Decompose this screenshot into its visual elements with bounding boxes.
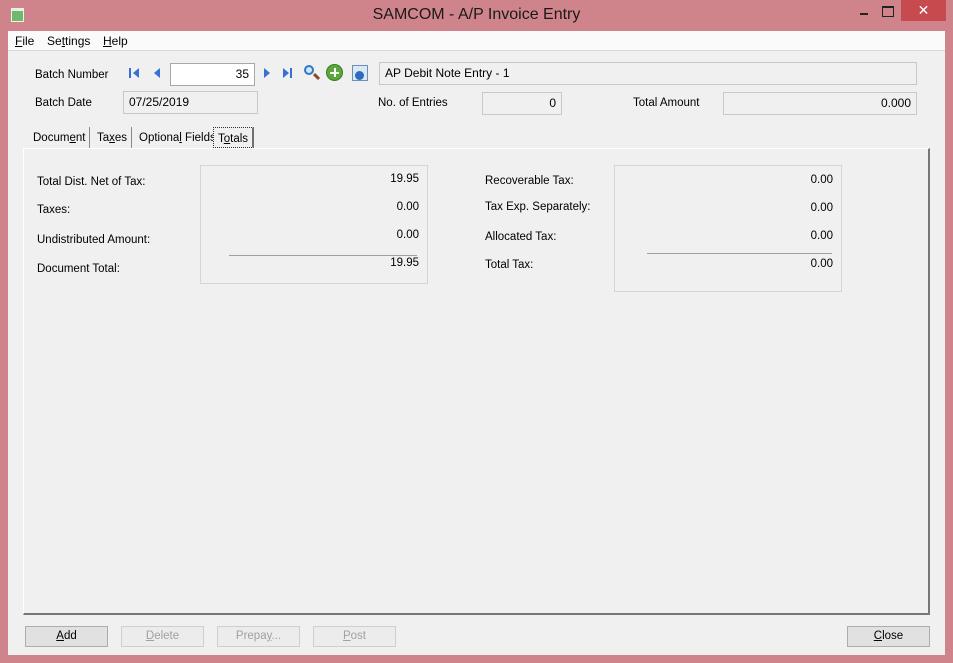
next-record-icon[interactable] <box>261 66 275 80</box>
tab-taxes[interactable]: Taxes <box>93 127 133 149</box>
tab-document-text-rest: nt <box>75 132 86 144</box>
undistributed-amount-label: Undistributed Amount: <box>37 234 151 246</box>
entries-label: No. of Entries <box>378 97 448 109</box>
batch-date-label: Batch Date <box>35 97 92 109</box>
menu-help[interactable]: Help <box>103 34 128 48</box>
tax-exp-separately-label: Tax Exp. Separately: <box>485 201 591 213</box>
tab-document-text: Docum <box>33 132 70 144</box>
delete-button-text-rest: elete <box>154 630 180 642</box>
entries-field: 0 <box>482 92 562 115</box>
totals-panel: Total Dist. Net of Tax: Taxes: Undistrib… <box>23 148 930 615</box>
left-totals-box: 19.95 0.00 0.00 19.95 <box>200 165 428 284</box>
batch-number-input[interactable]: 35 <box>170 63 255 86</box>
close-button-text-rest: lose <box>882 630 904 642</box>
tab-taxes-text: Ta <box>97 132 110 144</box>
delete-button[interactable]: Delete <box>121 626 204 647</box>
window-title: SAMCOM - A/P Invoice Entry <box>372 6 581 23</box>
first-record-icon[interactable] <box>128 66 142 80</box>
title-bar: SAMCOM - A/P Invoice Entry ✕ <box>0 0 953 31</box>
prepay-button-text: Prepa <box>235 630 267 642</box>
tab-optional-fields[interactable]: Optional Fields <box>135 127 221 149</box>
total-dist-net-label: Total Dist. Net of Tax: <box>37 176 146 188</box>
menu-settings-text: Se <box>47 34 62 48</box>
menu-file[interactable]: File <box>15 34 34 48</box>
tab-optional-fields-text-rest: Fields <box>181 132 216 144</box>
total-dist-net-value: 19.95 <box>390 173 419 185</box>
total-amount-field: 0.000 <box>723 92 917 115</box>
batch-info-icon[interactable] <box>352 65 368 81</box>
total-tax-value: 0.00 <box>810 258 833 270</box>
right-sum-separator <box>647 253 832 254</box>
total-tax-label: Total Tax: <box>485 259 534 271</box>
document-total-label: Document Total: <box>37 263 120 275</box>
window-client: File Settings Help Batch Number 35 AP De… <box>8 31 945 655</box>
document-total-value: 19.95 <box>390 257 419 269</box>
total-amount-label: Total Amount <box>633 97 700 109</box>
allocated-tax-value: 0.00 <box>810 230 833 242</box>
undistributed-amount-value: 0.00 <box>396 229 419 241</box>
maximize-button[interactable] <box>872 0 902 21</box>
add-button-mnemonic: A <box>56 630 64 642</box>
batch-description-field: AP Debit Note Entry - 1 <box>379 62 917 85</box>
add-batch-icon[interactable] <box>326 64 343 81</box>
menu-help-mnemonic: H <box>103 34 112 48</box>
menu-bar: File Settings Help <box>8 31 945 51</box>
add-button-text-rest: dd <box>63 630 77 642</box>
menu-settings-text-rest: tings <box>65 34 91 48</box>
post-button[interactable]: Post <box>313 626 396 647</box>
close-button[interactable]: Close <box>847 626 930 647</box>
tab-document[interactable]: Document <box>29 127 91 149</box>
prepay-button[interactable]: Prepay... <box>217 626 300 647</box>
previous-record-icon[interactable] <box>151 66 165 80</box>
search-icon[interactable] <box>303 64 321 82</box>
menu-file-text-rest: ile <box>22 34 35 48</box>
batch-date-field: 07/25/2019 <box>123 91 258 114</box>
close-button-mnemonic: C <box>873 630 883 642</box>
last-record-icon[interactable] <box>281 66 295 80</box>
delete-button-mnemonic: D <box>145 630 155 642</box>
post-button-text-rest: ost <box>350 630 366 642</box>
tax-exp-separately-value: 0.00 <box>810 202 833 214</box>
recoverable-tax-label: Recoverable Tax: <box>485 175 574 187</box>
batch-number-label: Batch Number <box>35 69 109 81</box>
allocated-tax-label: Allocated Tax: <box>485 231 557 243</box>
menu-help-text-rest: elp <box>111 34 128 48</box>
left-sum-separator <box>229 255 417 256</box>
post-button-mnemonic: P <box>342 630 351 642</box>
tab-optional-fields-text: Optiona <box>139 132 180 144</box>
tab-totals[interactable]: Totals <box>213 127 255 148</box>
right-totals-box: 0.00 0.00 0.00 0.00 <box>614 165 842 292</box>
menu-settings[interactable]: Settings <box>47 34 90 48</box>
tab-taxes-text-rest: es <box>114 132 128 144</box>
close-window-button[interactable]: ✕ <box>901 0 946 21</box>
prepay-button-text-rest: ... <box>271 630 282 642</box>
add-button[interactable]: Add <box>25 626 108 647</box>
taxes-value: 0.00 <box>396 201 419 213</box>
taxes-label: Taxes: <box>37 204 71 216</box>
tab-totals-text-rest: tals <box>230 133 249 145</box>
recoverable-tax-value: 0.00 <box>810 174 833 186</box>
